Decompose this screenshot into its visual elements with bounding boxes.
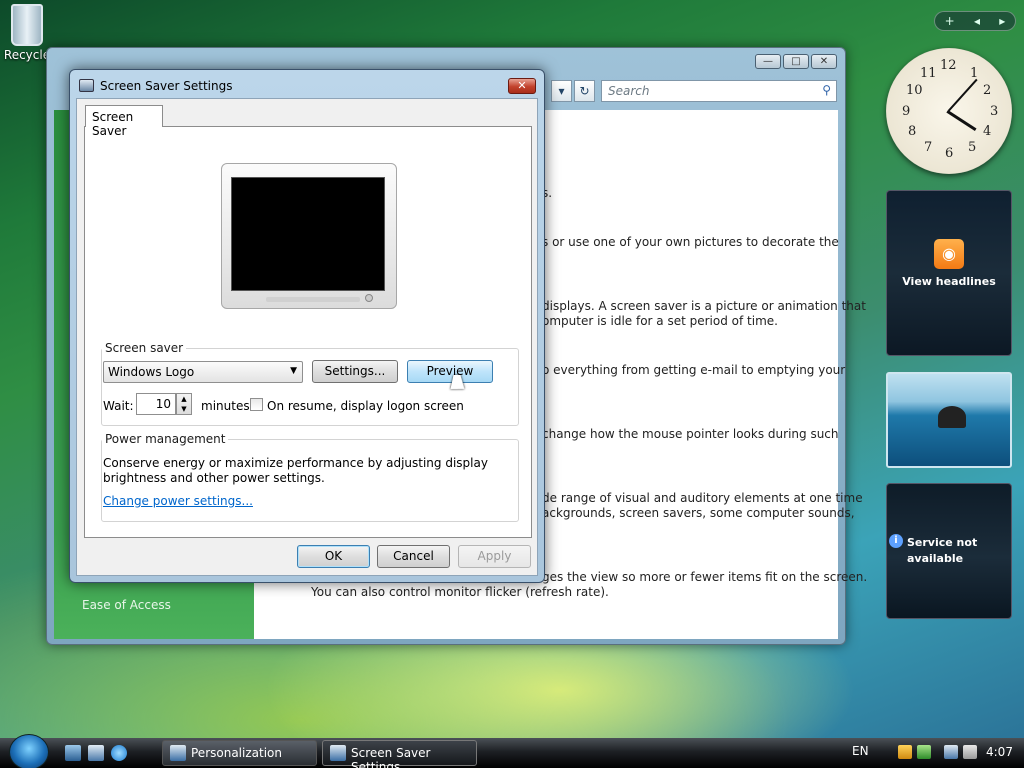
volume-muted-icon[interactable] [963,745,977,759]
dropdown-arrow-icon[interactable]: ▾ [551,80,572,102]
show-desktop-icon[interactable] [65,745,81,761]
monitor-strip [266,297,360,302]
screen-saver-icon [79,79,94,92]
taskbar-clock[interactable]: 4:07 [986,745,1013,759]
screen-saver-icon [330,745,346,761]
rss-icon: ◉ [934,239,964,269]
nav-link-ease-of-access[interactable]: Ease of Access [82,598,171,612]
wait-stepper[interactable]: ▲ ▼ [176,393,192,415]
screen-saver-group-label: Screen saver [105,341,184,355]
clock-number: 3 [990,104,999,119]
content-text: You can also control monitor flicker (re… [311,585,609,599]
clock-number: 9 [902,104,911,119]
chevron-down-icon: ▼ [290,366,297,376]
mouse-cursor-icon [450,375,468,389]
switch-windows-icon[interactable] [88,745,104,761]
wait-minutes-input[interactable]: 10 [136,393,176,415]
clock-number: 11 [920,66,937,81]
tab-screen-saver[interactable]: Screen Saver [85,105,163,138]
sidebar-controls: + ◂ ▸ [934,11,1016,31]
search-input[interactable]: Search ⚲ [601,80,837,102]
clock-number: 8 [908,124,917,139]
weather-gadget[interactable]: i Service not available [886,483,1012,619]
clock-number: 12 [940,58,957,73]
clock-number: 6 [945,146,954,161]
prev-icon[interactable]: ◂ [974,14,980,28]
screen-saver-dialog: Screen Saver Settings ✕ Screen Saver Scr… [69,69,545,583]
settings-button[interactable]: Settings... [312,360,398,383]
personalization-icon [170,745,186,761]
minute-hand [948,78,978,112]
minutes-label: minutes [201,399,250,413]
dialog-title: Screen Saver Settings [100,79,233,93]
preview-button[interactable]: Preview [407,360,493,383]
taskbar-item-personalization[interactable]: Personalization [162,740,317,766]
service-status-text: Service not available [907,536,978,565]
security-shield-icon[interactable] [898,745,912,759]
ok-button[interactable]: OK [297,545,370,568]
spin-down-icon[interactable]: ▼ [177,404,191,414]
taskbar-item-label: Screen Saver Settings [351,746,431,768]
display-icon[interactable] [944,745,958,759]
clock-number: 5 [968,140,977,155]
info-icon: i [889,534,903,548]
power-management-label: Power management [105,432,226,446]
preview-screen [231,177,385,291]
power-text: Conserve energy or maximize performance … [103,456,488,470]
clock-gadget[interactable]: 12 1 2 3 4 5 6 7 8 9 10 11 [886,48,1012,174]
taskbar: Personalization Screen Saver Settings EN… [0,734,1024,768]
resume-logon-checkbox[interactable] [250,398,263,411]
screen-saver-select[interactable]: Windows Logo ▼ [103,361,303,383]
recycle-bin-graphic [11,4,43,46]
dialog-body: Screen Saver Screen saver Windows Logo ▼… [76,98,538,576]
cancel-button[interactable]: Cancel [377,545,450,568]
search-placeholder: Search [608,84,650,98]
close-button[interactable]: ✕ [811,54,837,69]
nav-buttons: ▾ ↻ [551,80,595,102]
window-controls: — □ ✕ [755,54,837,69]
view-headlines-label[interactable]: View headlines [887,275,1011,288]
network-icon[interactable] [917,745,931,759]
dialog-close-button[interactable]: ✕ [508,78,536,94]
monitor-power-led [365,294,373,302]
feed-headlines-gadget[interactable]: ◉ View headlines [886,190,1012,356]
change-power-settings-link[interactable]: Change power settings... [103,494,253,508]
apply-button: Apply [458,545,531,568]
clock-number: 7 [924,140,933,155]
whale-tail-image [938,406,966,428]
search-icon[interactable]: ⚲ [822,83,831,97]
language-indicator[interactable]: EN [852,744,869,758]
wait-label: Wait: [103,399,134,413]
power-text: brightness and other power settings. [103,471,325,485]
taskbar-item-screen-saver-settings[interactable]: Screen Saver Settings [322,740,477,768]
resume-logon-label[interactable]: On resume, display logon screen [267,399,464,413]
clock-number: 2 [983,83,992,98]
next-icon[interactable]: ▸ [999,14,1005,28]
monitor-preview [221,163,397,309]
slideshow-gadget[interactable] [886,372,1012,468]
tab-panel: Screen saver Windows Logo ▼ Settings... … [84,126,532,538]
clock-number: 10 [906,83,923,98]
hour-hand [946,110,977,132]
minimize-button[interactable]: — [755,54,781,69]
spin-up-icon[interactable]: ▲ [177,394,191,404]
start-orb-button[interactable] [9,734,49,768]
internet-explorer-icon[interactable] [111,745,127,761]
refresh-icon[interactable]: ↻ [574,80,595,102]
clock-number: 4 [983,124,992,139]
add-gadget-icon[interactable]: + [945,14,955,28]
taskbar-item-label: Personalization [191,746,282,760]
maximize-button[interactable]: □ [783,54,809,69]
screen-saver-selected: Windows Logo [108,365,195,379]
